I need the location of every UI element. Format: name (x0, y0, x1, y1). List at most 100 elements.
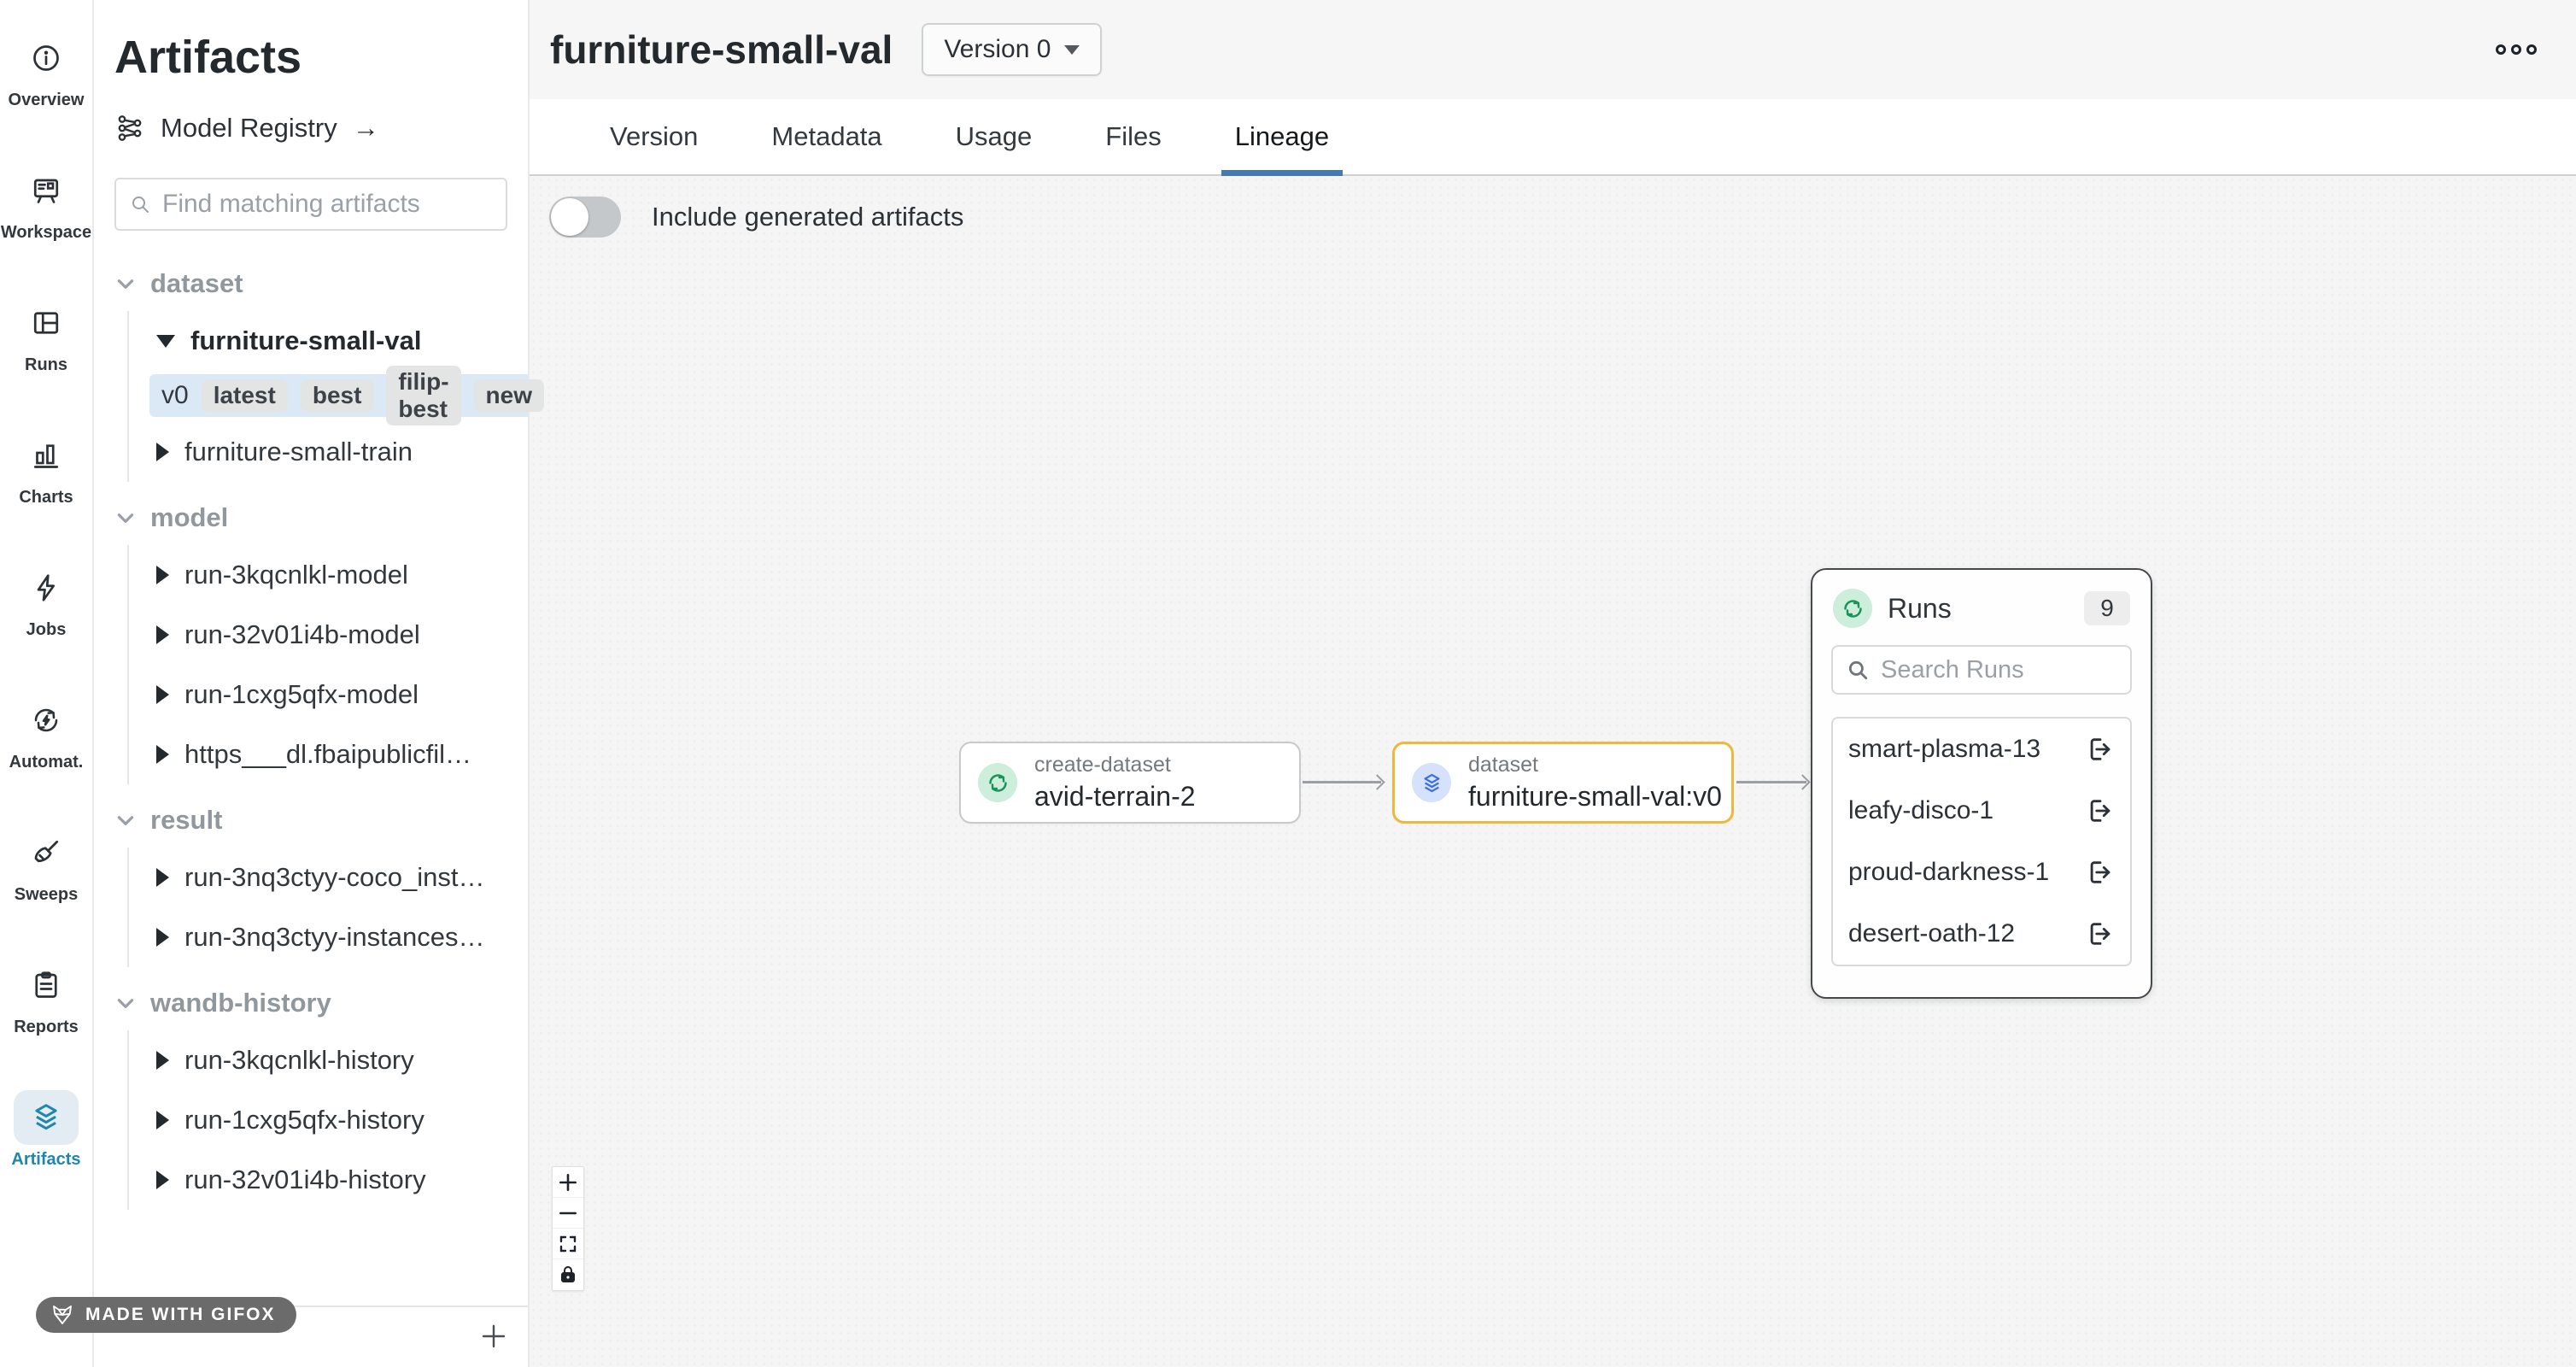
triangle-down-icon (156, 335, 175, 348)
tree-item-artifact[interactable]: run-3kqcnlkl-history (156, 1030, 507, 1090)
nav-item-runs[interactable]: Runs (14, 296, 79, 375)
zoom-out-button[interactable] (553, 1198, 583, 1229)
version-tag[interactable]: latest (202, 379, 288, 412)
node-name: furniture-small-val:v0 (1468, 779, 1722, 813)
tree-item-artifact[interactable]: https___dl.fbaipublicfil… (156, 725, 507, 784)
tree-item-artifact[interactable]: run-32v01i4b-history (156, 1150, 507, 1210)
tab-version[interactable]: Version (596, 99, 711, 174)
tree-item-artifact[interactable]: run-3kqcnlkl-model (156, 545, 507, 605)
triangle-right-icon (156, 1170, 169, 1189)
tree-item-artifact[interactable]: run-1cxg5qfx-history (156, 1090, 507, 1150)
add-button[interactable] (478, 1321, 509, 1352)
gifox-label: MADE WITH GIFOX (85, 1305, 276, 1325)
runs-panel-header: Runs 9 (1812, 570, 2151, 640)
run-cycle-icon (1833, 589, 1872, 628)
lineage-node-artifact[interactable]: dataset furniture-small-val:v0 (1392, 742, 1734, 824)
triangle-right-icon (156, 685, 169, 704)
lineage-edge (1303, 781, 1381, 783)
nav-item-sweeps[interactable]: Sweeps (14, 825, 79, 905)
plus-icon (557, 1171, 579, 1194)
triangle-right-icon (156, 625, 169, 644)
model-registry-link[interactable]: Model Registry → (114, 113, 507, 144)
lineage-canvas[interactable]: Include generated artifacts create-datas… (530, 176, 2576, 1367)
triangle-right-icon (156, 1111, 169, 1129)
run-list-item[interactable]: leafy-disco-1 (1833, 780, 2130, 842)
tree-item-artifact[interactable]: furniture-small-val (156, 311, 507, 371)
fox-icon (50, 1302, 75, 1328)
version-tag[interactable]: filip-best (386, 366, 460, 425)
tab-usage[interactable]: Usage (942, 99, 1046, 174)
active-tab-underline (1221, 170, 1343, 176)
tree-item-artifact[interactable]: run-32v01i4b-model (156, 605, 507, 665)
tree-section-result[interactable]: result (114, 793, 507, 848)
layers-icon (14, 1090, 79, 1145)
zoom-in-button[interactable] (553, 1167, 583, 1198)
include-generated-toggle[interactable] (549, 197, 621, 238)
nav-item-jobs[interactable]: Jobs (14, 560, 79, 640)
tab-metadata[interactable]: Metadata (758, 99, 895, 174)
triangle-right-icon (156, 928, 169, 947)
artifact-version-row[interactable]: v0 latest best filip-best new (149, 374, 528, 417)
toggle-knob (551, 198, 588, 236)
tree-item-artifact[interactable]: run-3nq3ctyy-instances… (156, 907, 507, 967)
gifox-badge[interactable]: MADE WITH GIFOX (36, 1297, 296, 1333)
fit-view-button[interactable] (553, 1229, 583, 1259)
node-name: avid-terrain-2 (1034, 779, 1196, 813)
artifact-search-input[interactable] (162, 190, 492, 219)
runs-list: smart-plasma-13 leafy-disco-1 proud-dark… (1831, 717, 2132, 966)
run-list-item[interactable]: proud-darkness-1 (1833, 842, 2130, 903)
export-icon[interactable] (2086, 796, 2115, 825)
runs-search-box (1831, 645, 2132, 695)
lock-button[interactable] (553, 1259, 583, 1290)
version-dropdown[interactable]: Version 0 (922, 23, 1102, 76)
runs-panel: Runs 9 smart-plasma-13 leafy- (1811, 568, 2152, 999)
chevron-down-icon (114, 273, 137, 295)
version-tag[interactable]: best (301, 379, 374, 412)
runs-panel-title: Runs (1888, 593, 1952, 625)
tab-files[interactable]: Files (1092, 99, 1174, 174)
chevron-down-icon (114, 809, 137, 831)
export-icon[interactable] (2086, 919, 2115, 948)
tree-item-artifact[interactable]: furniture-small-train (156, 422, 507, 482)
nav-item-charts[interactable]: Charts (14, 428, 79, 507)
sweeps-icon (14, 825, 79, 880)
run-list-item[interactable]: smart-plasma-13 (1833, 719, 2130, 780)
node-type: dataset (1468, 752, 1722, 778)
export-icon[interactable] (2086, 858, 2115, 887)
nav-item-artifacts[interactable]: Artifacts (11, 1090, 80, 1170)
title-strip: furniture-small-val Version 0 (530, 0, 2576, 99)
tree-item-artifact[interactable]: run-3nq3ctyy-coco_inst… (156, 848, 507, 907)
nav-item-workspace[interactable]: Workspace (1, 163, 91, 243)
edge-arrowhead (1794, 774, 1810, 789)
model-registry-label: Model Registry (161, 113, 337, 144)
minus-icon (557, 1202, 579, 1224)
nav-item-reports[interactable]: Reports (14, 958, 79, 1037)
runs-search-input[interactable] (1881, 656, 2116, 684)
version-tag[interactable]: new (474, 379, 544, 412)
lightning-icon (14, 560, 79, 615)
tree-section-wandb-history[interactable]: wandb-history (114, 976, 507, 1030)
triangle-right-icon (156, 1051, 169, 1070)
graph-zoom-controls (552, 1166, 584, 1291)
runs-count-badge: 9 (2084, 591, 2130, 625)
tree-section-model[interactable]: model (114, 490, 507, 545)
node-type: create-dataset (1034, 752, 1196, 778)
version-label: v0 (161, 381, 189, 410)
edge-arrowhead (1369, 774, 1385, 789)
main-area: furniture-small-val Version 0 Version Me… (530, 0, 2576, 1367)
run-list-item[interactable]: desert-oath-12 (1833, 903, 2130, 965)
search-icon (1847, 659, 1869, 681)
run-cycle-icon (978, 763, 1017, 802)
toggle-label: Include generated artifacts (652, 202, 963, 232)
lineage-node-run[interactable]: create-dataset avid-terrain-2 (959, 742, 1301, 824)
tab-lineage[interactable]: Lineage (1221, 99, 1343, 174)
runs-table-icon (14, 296, 79, 350)
export-icon[interactable] (2086, 735, 2115, 764)
tree-section-dataset[interactable]: dataset (114, 256, 507, 311)
lock-icon (558, 1264, 578, 1285)
nav-item-automations[interactable]: Automat. (9, 693, 84, 772)
nav-item-overview[interactable]: Overview (9, 31, 85, 110)
page-title: furniture-small-val (550, 26, 893, 73)
overflow-menu-icon[interactable] (2496, 44, 2537, 55)
tree-item-artifact[interactable]: run-1cxg5qfx-model (156, 665, 507, 725)
